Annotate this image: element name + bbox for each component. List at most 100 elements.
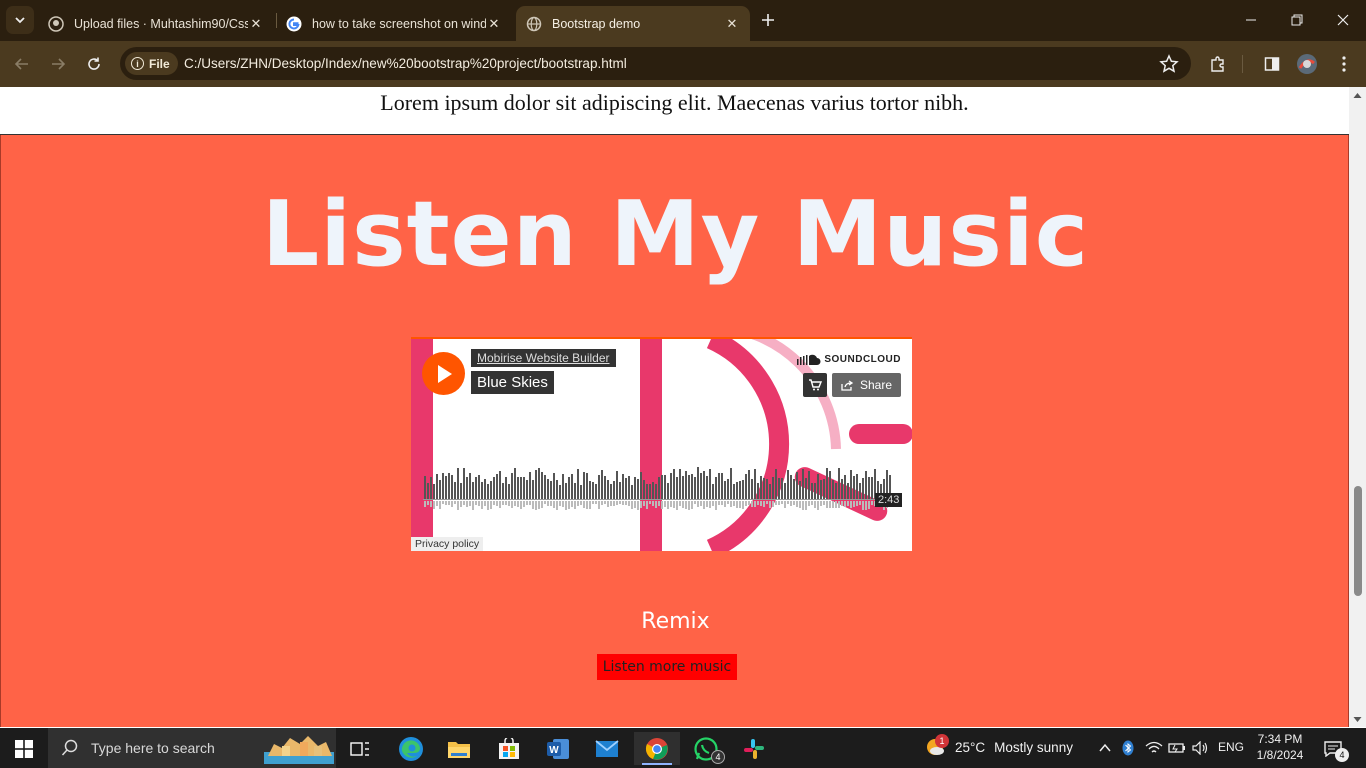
folder-icon xyxy=(448,741,470,758)
network-icon[interactable] xyxy=(1145,741,1163,755)
waveform-bar xyxy=(499,471,501,499)
waveform-bar xyxy=(454,482,456,499)
waveform-bar xyxy=(478,475,480,499)
site-chip-label: File xyxy=(149,56,170,71)
clock[interactable]: 7:34 PM 1/8/2024 xyxy=(1255,731,1305,763)
url-text[interactable]: C:/Users/ZHN/Desktop/Index/new%20bootstr… xyxy=(184,56,627,71)
more-vertical-icon xyxy=(1342,56,1346,72)
close-icon[interactable]: ✕ xyxy=(248,16,264,32)
chrome-app[interactable] xyxy=(634,732,680,765)
mail-app[interactable] xyxy=(587,732,627,765)
globe-icon xyxy=(526,16,542,32)
tab-search-button[interactable] xyxy=(6,6,34,34)
waveform-reflection xyxy=(856,501,858,506)
task-view-button[interactable] xyxy=(340,732,380,765)
waveform-reflection xyxy=(658,501,660,506)
reload-button[interactable] xyxy=(80,50,108,78)
volume-icon[interactable] xyxy=(1192,741,1210,755)
listen-more-button[interactable]: Listen more music xyxy=(597,654,737,680)
artist-link[interactable]: Mobirise Website Builder xyxy=(471,349,616,367)
site-info-chip[interactable]: i File xyxy=(125,52,178,75)
side-panel-button[interactable] xyxy=(1258,50,1286,78)
waveform-reflection xyxy=(571,501,573,507)
restore-button[interactable] xyxy=(1282,6,1312,34)
waveform-reflection xyxy=(469,501,471,506)
waveform-reflection xyxy=(826,501,828,508)
new-tab-button[interactable] xyxy=(758,10,778,30)
close-window-button[interactable] xyxy=(1328,6,1358,34)
waveform-bar xyxy=(814,483,816,499)
waveform-bar xyxy=(868,477,870,499)
waveform-reflection xyxy=(535,501,537,510)
weather-widget[interactable]: 1 25°C Mostly sunny xyxy=(925,734,1073,758)
waveform-reflection xyxy=(709,501,711,508)
slack-app[interactable] xyxy=(734,732,774,765)
battery-icon[interactable] xyxy=(1168,741,1186,755)
waveform-reflection xyxy=(439,501,441,509)
buy-button[interactable] xyxy=(803,373,827,397)
track-title[interactable]: Blue Skies xyxy=(471,371,554,394)
browser-toolbar: i File C:/Users/ZHN/Desktop/Index/new%20… xyxy=(0,41,1366,87)
side-panel-icon xyxy=(1264,57,1280,71)
tab-bootstrap-demo[interactable]: Bootstrap demo ✕ xyxy=(516,6,750,41)
language-indicator[interactable]: ENG xyxy=(1218,740,1244,754)
waveform-bar xyxy=(562,474,564,499)
bookmark-star-icon[interactable] xyxy=(1159,54,1179,74)
page-scrollbar[interactable] xyxy=(1349,87,1366,727)
back-button[interactable] xyxy=(8,50,36,78)
scroll-up-icon[interactable] xyxy=(1353,91,1362,100)
scrollbar-thumb[interactable] xyxy=(1354,486,1362,596)
waveform-reflection xyxy=(859,501,861,505)
waveform-bar xyxy=(544,475,546,499)
start-button[interactable] xyxy=(4,732,44,765)
waveform-bar xyxy=(805,478,807,499)
waveform-reflection xyxy=(622,501,624,505)
waveform-reflection xyxy=(595,501,597,504)
play-button[interactable] xyxy=(422,352,465,395)
privacy-policy-link[interactable]: Privacy policy xyxy=(411,537,484,551)
waveform-reflection xyxy=(427,501,429,505)
soundcloud-logo[interactable]: SOUNDCLOUD xyxy=(797,353,901,365)
file-explorer-app[interactable] xyxy=(439,732,479,765)
waveform-reflection xyxy=(451,501,453,507)
waveform-reflection xyxy=(748,501,750,505)
taskbar-search[interactable]: Type here to search xyxy=(48,728,336,768)
waveform-bar xyxy=(547,479,549,499)
waveform-reflection xyxy=(820,501,822,506)
word-app[interactable]: W xyxy=(538,732,578,765)
profile-button[interactable] xyxy=(1293,50,1321,78)
share-button[interactable]: Share xyxy=(832,373,901,397)
whatsapp-app[interactable]: 4 xyxy=(686,732,726,765)
extensions-button[interactable] xyxy=(1204,50,1232,78)
waveform-reflection xyxy=(664,501,666,507)
bluetooth-icon[interactable] xyxy=(1122,740,1134,756)
waveform-bar xyxy=(742,480,744,499)
chevron-up-icon[interactable] xyxy=(1099,743,1111,753)
minimize-button[interactable] xyxy=(1236,6,1266,34)
waveform-reflection xyxy=(643,501,645,506)
tab-upload-files[interactable]: Upload files · Muhtashim90/Css ✕ xyxy=(38,6,274,41)
close-icon[interactable]: ✕ xyxy=(724,16,740,32)
google-icon xyxy=(286,16,302,32)
waveform-reflection xyxy=(583,501,585,508)
notification-center-button[interactable]: 4 xyxy=(1318,732,1349,765)
edge-app[interactable] xyxy=(391,732,431,765)
close-icon[interactable]: ✕ xyxy=(486,16,502,32)
address-bar[interactable]: i File C:/Users/ZHN/Desktop/Index/new%20… xyxy=(120,47,1191,80)
forward-button[interactable] xyxy=(44,50,72,78)
soundcloud-player[interactable]: Mobirise Website Builder Blue Skies SOUN… xyxy=(411,337,912,551)
waveform-bar xyxy=(724,481,726,499)
lorem-text: Lorem ipsum dolor sit adipiscing elit. M… xyxy=(0,87,1349,135)
page-viewport: Lorem ipsum dolor sit adipiscing elit. M… xyxy=(0,87,1349,727)
tab-title: Upload files · Muhtashim90/Css xyxy=(74,16,248,31)
scroll-down-icon[interactable] xyxy=(1353,715,1362,724)
waveform-bar xyxy=(808,471,810,499)
waveform-bar xyxy=(610,484,612,499)
waveform-bar xyxy=(781,478,783,499)
waveform-bar xyxy=(847,483,849,499)
microsoft-store-app[interactable] xyxy=(489,732,529,765)
tab-how-to-screenshot[interactable]: how to take screenshot on wind ✕ xyxy=(276,6,512,41)
menu-button[interactable] xyxy=(1330,50,1358,78)
waveform-bar xyxy=(472,482,474,499)
waveform-bar xyxy=(712,484,714,499)
